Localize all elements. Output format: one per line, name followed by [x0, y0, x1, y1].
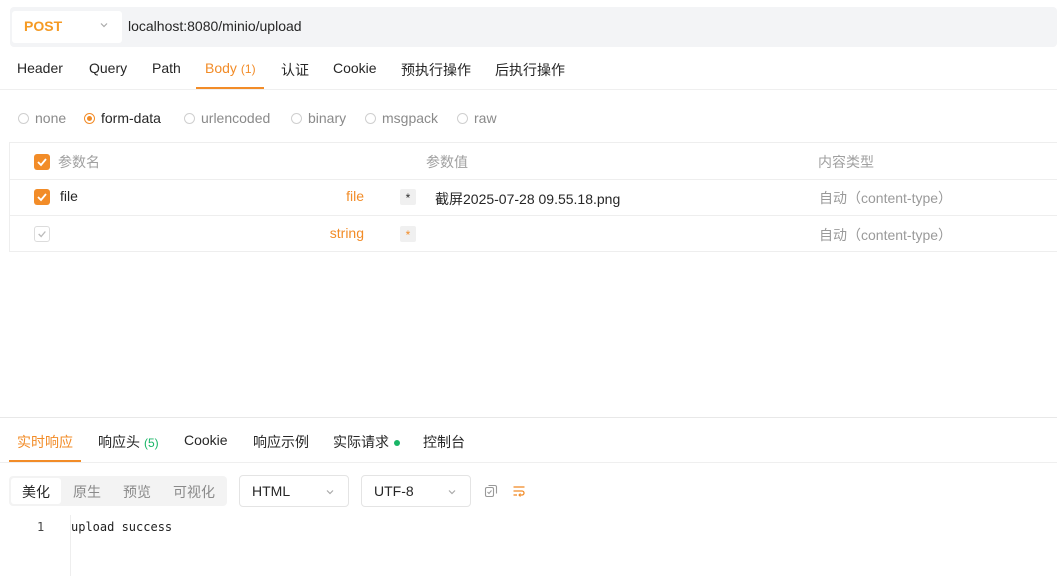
- param-name-input[interactable]: file: [60, 188, 78, 204]
- param-value-input[interactable]: 截屏2025-07-28 09.55.18.png: [435, 189, 620, 209]
- method-label: POST: [24, 18, 63, 34]
- method-select[interactable]: POST: [12, 11, 122, 43]
- radio-msgpack[interactable]: msgpack: [365, 110, 438, 126]
- param-type-select[interactable]: file: [304, 188, 364, 204]
- radio-icon: [18, 112, 29, 124]
- url-input[interactable]: localhost:8080/minio/upload: [128, 18, 302, 34]
- radio-icon: [365, 112, 376, 124]
- table-row-divider: [10, 179, 1057, 180]
- check-icon: [38, 231, 46, 238]
- chevron-down-icon: [448, 490, 456, 495]
- view-mode-raw[interactable]: 原生: [73, 482, 101, 502]
- radio-form-data[interactable]: form-data: [84, 110, 161, 126]
- select-all-checkbox[interactable]: [34, 154, 50, 170]
- format-value: HTML: [252, 483, 291, 499]
- tab-header[interactable]: Header: [17, 60, 63, 76]
- encoding-select[interactable]: UTF-8: [361, 475, 471, 507]
- tab-console[interactable]: 控制台: [423, 432, 465, 452]
- format-select[interactable]: HTML: [239, 475, 349, 507]
- radio-raw[interactable]: raw: [457, 110, 497, 126]
- wrap-lines-icon[interactable]: [512, 484, 526, 498]
- check-icon: [37, 193, 47, 202]
- copy-icon[interactable]: [484, 484, 498, 498]
- radio-none[interactable]: none: [18, 110, 66, 126]
- tab-auth[interactable]: 认证: [281, 60, 309, 80]
- tab-cookie[interactable]: Cookie: [333, 60, 377, 76]
- radio-icon: [184, 112, 195, 124]
- required-toggle[interactable]: *: [400, 189, 416, 205]
- param-enabled-checkbox[interactable]: [34, 226, 50, 242]
- radio-urlencoded[interactable]: urlencoded: [184, 110, 270, 126]
- table-row-divider: [10, 215, 1057, 216]
- tab-body[interactable]: Body (1): [205, 60, 256, 76]
- tab-response-cookie[interactable]: Cookie: [184, 432, 228, 448]
- view-mode-preview[interactable]: 预览: [123, 482, 151, 502]
- tab-pre-request[interactable]: 预执行操作: [401, 60, 471, 80]
- encoding-value: UTF-8: [374, 483, 414, 499]
- tabs-divider: [0, 462, 1057, 463]
- radio-binary[interactable]: binary: [291, 110, 346, 126]
- check-icon: [37, 158, 47, 167]
- param-content-type[interactable]: 自动（content-type）: [819, 188, 952, 208]
- param-content-type[interactable]: 自动（content-type）: [819, 225, 952, 245]
- radio-checked-icon: [84, 112, 95, 124]
- tab-actual-request[interactable]: 实际请求: [333, 432, 400, 452]
- line-number: 1: [37, 520, 45, 534]
- tab-live-response[interactable]: 实时响应: [17, 432, 73, 452]
- tab-response-headers[interactable]: 响应头 (5): [98, 432, 159, 452]
- view-mode-visualize[interactable]: 可视化: [173, 482, 215, 502]
- tab-path[interactable]: Path: [152, 60, 181, 76]
- chevron-down-icon: [100, 23, 108, 28]
- header-param-value: 参数值: [426, 154, 468, 170]
- radio-icon: [457, 112, 468, 124]
- tab-query[interactable]: Query: [89, 60, 127, 76]
- required-toggle[interactable]: *: [400, 226, 416, 242]
- param-type-select[interactable]: string: [304, 225, 364, 241]
- tab-response-example[interactable]: 响应示例: [253, 432, 309, 452]
- param-enabled-checkbox[interactable]: [34, 189, 50, 205]
- chevron-down-icon: [326, 490, 334, 495]
- tabs-divider: [0, 89, 1057, 90]
- status-dot-icon: [394, 440, 400, 447]
- tab-post-request[interactable]: 后执行操作: [495, 60, 565, 80]
- view-mode-pretty[interactable]: 美化: [22, 482, 50, 502]
- header-param-name: 参数名: [58, 154, 100, 170]
- header-content-type: 内容类型: [818, 154, 874, 170]
- radio-icon: [291, 112, 302, 124]
- response-divider: [0, 417, 1057, 418]
- response-body[interactable]: upload success: [71, 520, 172, 534]
